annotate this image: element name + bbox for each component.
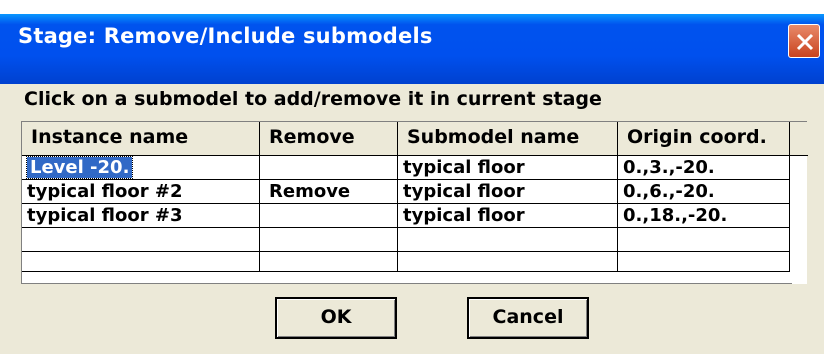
submodel-grid: Instance name Remove Submodel name Origi… bbox=[21, 121, 808, 284]
cell-remove[interactable] bbox=[260, 228, 398, 252]
cell-origin-coord[interactable] bbox=[618, 228, 790, 252]
grid-scroll-area[interactable] bbox=[792, 156, 807, 284]
title-bar[interactable]: Stage: Remove/Include submodels bbox=[0, 0, 824, 84]
column-header-submodel-name[interactable]: Submodel name bbox=[398, 122, 618, 156]
window-title: Stage: Remove/Include submodels bbox=[18, 24, 433, 48]
close-icon bbox=[796, 33, 814, 51]
column-header-remove[interactable]: Remove bbox=[260, 122, 398, 156]
cell-origin-coord[interactable]: 0.,18.,-20. bbox=[618, 204, 790, 228]
cancel-button[interactable]: Cancel bbox=[467, 297, 589, 339]
cell-submodel-name[interactable]: typical floor bbox=[398, 180, 618, 204]
close-button[interactable] bbox=[788, 24, 820, 58]
cell-remove[interactable] bbox=[260, 204, 398, 228]
cell-origin-coord[interactable] bbox=[618, 252, 790, 272]
cell-instance-name[interactable]: typical floor #3 bbox=[22, 204, 260, 228]
cell-submodel-name[interactable] bbox=[398, 252, 618, 272]
selected-instance-text: Level -20. bbox=[25, 156, 134, 179]
cell-remove[interactable] bbox=[260, 156, 398, 180]
cell-submodel-name[interactable]: typical floor bbox=[398, 156, 618, 180]
cell-instance-name[interactable] bbox=[22, 252, 260, 272]
cell-remove[interactable] bbox=[260, 252, 398, 272]
instruction-text: Click on a submodel to add/remove it in … bbox=[24, 88, 602, 110]
dialog-window: Stage: Remove/Include submodels Click on… bbox=[0, 0, 824, 354]
cell-instance-name[interactable]: Level -20. bbox=[22, 156, 260, 180]
header-scroll-stub bbox=[790, 122, 808, 156]
column-header-origin-coord[interactable]: Origin coord. bbox=[618, 122, 790, 156]
cell-submodel-name[interactable] bbox=[398, 228, 618, 252]
cell-origin-coord[interactable]: 0.,3.,-20. bbox=[618, 156, 790, 180]
ok-button[interactable]: OK bbox=[275, 297, 397, 339]
cell-submodel-name[interactable]: typical floor bbox=[398, 204, 618, 228]
cell-instance-name[interactable] bbox=[22, 228, 260, 252]
column-header-instance-name[interactable]: Instance name bbox=[22, 122, 260, 156]
cell-instance-name[interactable]: typical floor #2 bbox=[22, 180, 260, 204]
cell-origin-coord[interactable]: 0.,6.,-20. bbox=[618, 180, 790, 204]
cell-remove[interactable]: Remove bbox=[260, 180, 398, 204]
